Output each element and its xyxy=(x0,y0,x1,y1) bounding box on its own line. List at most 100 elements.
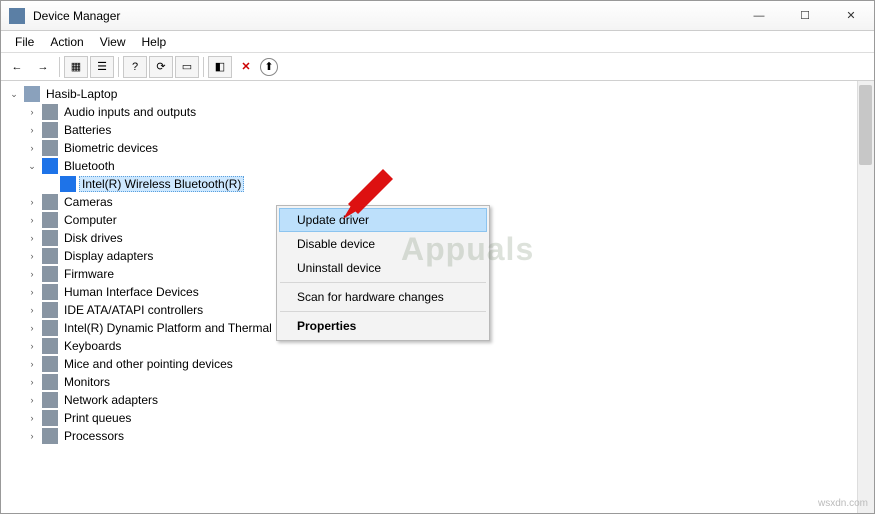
annotation-arrow-icon xyxy=(343,159,423,219)
tb-update-driver-icon[interactable]: ⬆ xyxy=(260,58,278,76)
tree-twisty-icon[interactable]: › xyxy=(25,125,39,135)
tree-label: Processors xyxy=(61,428,127,444)
tree-twisty-icon[interactable]: › xyxy=(25,305,39,315)
toolbar-separator xyxy=(203,57,204,77)
device-icon xyxy=(42,266,58,282)
device-icon xyxy=(42,338,58,354)
device-icon xyxy=(60,176,76,192)
tree-label: Computer xyxy=(61,212,120,228)
tree-label: Intel(R) Wireless Bluetooth(R) xyxy=(79,176,244,192)
tree-twisty-icon[interactable]: › xyxy=(25,233,39,243)
tb-back-icon[interactable]: ← xyxy=(5,56,29,78)
tb-viewmode-icon[interactable]: ▭ xyxy=(175,56,199,78)
menu-view[interactable]: View xyxy=(92,33,134,51)
ctx-uninstall-device[interactable]: Uninstall device xyxy=(279,256,487,280)
tree-label: Keyboards xyxy=(61,338,124,354)
tree-node[interactable]: › Monitors xyxy=(3,373,872,391)
tb-refresh-icon[interactable]: ⟳ xyxy=(149,56,173,78)
device-icon xyxy=(42,284,58,300)
tree-label: Display adapters xyxy=(61,248,156,264)
device-icon xyxy=(42,392,58,408)
device-icon xyxy=(42,104,58,120)
tree-label: IDE ATA/ATAPI controllers xyxy=(61,302,206,318)
context-menu: Update driver Disable device Uninstall d… xyxy=(276,205,490,341)
tree-twisty-icon[interactable]: › xyxy=(25,107,39,117)
minimize-button[interactable]: — xyxy=(736,1,782,31)
tree-twisty-icon[interactable]: › xyxy=(25,395,39,405)
tree-node[interactable]: › Audio inputs and outputs xyxy=(3,103,872,121)
tree-label: Batteries xyxy=(61,122,114,138)
tree-node[interactable]: › Biometric devices xyxy=(3,139,872,157)
tree-twisty-icon[interactable]: › xyxy=(25,251,39,261)
tree-twisty-icon[interactable]: › xyxy=(25,323,39,333)
tree-label: Disk drives xyxy=(61,230,126,246)
device-icon xyxy=(42,212,58,228)
scrollbar-thumb[interactable] xyxy=(859,85,872,165)
tree-twisty-icon[interactable]: › xyxy=(25,215,39,225)
tb-scan-icon[interactable]: ◧ xyxy=(208,56,232,78)
tree-twisty-icon[interactable]: › xyxy=(25,143,39,153)
titlebar: Device Manager — ☐ ✕ xyxy=(1,1,874,31)
tree-twisty-icon[interactable]: › xyxy=(25,197,39,207)
menu-file[interactable]: File xyxy=(7,33,42,51)
menubar: File Action View Help xyxy=(1,31,874,53)
tree-node[interactable]: › Processors xyxy=(3,427,872,445)
tree-node[interactable]: ⌄ Hasib-Laptop xyxy=(3,85,872,103)
app-icon xyxy=(9,8,25,24)
tree-twisty-icon[interactable]: › xyxy=(25,269,39,279)
tree-node[interactable]: › Network adapters xyxy=(3,391,872,409)
device-icon xyxy=(42,248,58,264)
tb-showall-icon[interactable]: ▦ xyxy=(64,56,88,78)
device-icon xyxy=(42,410,58,426)
toolbar-separator xyxy=(59,57,60,77)
tree-node[interactable]: ⌄ Bluetooth xyxy=(3,157,872,175)
close-button[interactable]: ✕ xyxy=(828,1,874,31)
tb-help-icon[interactable]: ? xyxy=(123,56,147,78)
tree-node[interactable]: › Batteries xyxy=(3,121,872,139)
tree-twisty-icon[interactable]: › xyxy=(25,359,39,369)
tree-label: Network adapters xyxy=(61,392,161,408)
tree-twisty-icon[interactable]: › xyxy=(25,341,39,351)
ctx-scan-hardware[interactable]: Scan for hardware changes xyxy=(279,285,487,309)
device-icon xyxy=(42,302,58,318)
tree-twisty-icon[interactable]: › xyxy=(25,413,39,423)
tree-label: Audio inputs and outputs xyxy=(61,104,199,120)
tree-label: Mice and other pointing devices xyxy=(61,356,236,372)
scrollbar-track[interactable] xyxy=(857,81,874,513)
menu-action[interactable]: Action xyxy=(42,33,91,51)
device-icon xyxy=(42,140,58,156)
ctx-divider xyxy=(280,311,486,312)
tree-twisty-icon[interactable]: ⌄ xyxy=(25,161,39,172)
tree-node[interactable]: › Mice and other pointing devices xyxy=(3,355,872,373)
maximize-button[interactable]: ☐ xyxy=(782,1,828,31)
tree-node[interactable]: › Print queues xyxy=(3,409,872,427)
device-icon xyxy=(42,158,58,174)
tree-label: Bluetooth xyxy=(61,158,118,174)
device-icon xyxy=(42,230,58,246)
tree-label: Monitors xyxy=(61,374,113,390)
tree-label: Biometric devices xyxy=(61,140,161,156)
toolbar-separator xyxy=(118,57,119,77)
tree-label: Cameras xyxy=(61,194,116,210)
device-icon xyxy=(42,374,58,390)
tree-twisty-icon[interactable]: › xyxy=(25,431,39,441)
device-icon xyxy=(42,320,58,336)
tb-forward-icon[interactable]: → xyxy=(31,56,55,78)
tree-node[interactable]: Intel(R) Wireless Bluetooth(R) xyxy=(3,175,872,193)
tree-label: Print queues xyxy=(61,410,134,426)
tree-label: Hasib-Laptop xyxy=(43,86,120,102)
tb-remove-icon[interactable]: ✕ xyxy=(234,56,258,78)
ctx-divider xyxy=(280,282,486,283)
tree-twisty-icon[interactable]: › xyxy=(25,377,39,387)
ctx-properties[interactable]: Properties xyxy=(279,314,487,338)
tree-twisty-icon[interactable]: › xyxy=(25,287,39,297)
tree-label: Firmware xyxy=(61,266,117,282)
device-icon xyxy=(42,122,58,138)
toolbar: ← → ▦ ☰ ? ⟳ ▭ ◧ ✕ ⬆ xyxy=(1,53,874,81)
menu-help[interactable]: Help xyxy=(134,33,175,51)
tb-properties-icon[interactable]: ☰ xyxy=(90,56,114,78)
ctx-disable-device[interactable]: Disable device xyxy=(279,232,487,256)
device-icon xyxy=(42,428,58,444)
window-title: Device Manager xyxy=(33,9,120,23)
tree-twisty-icon[interactable]: ⌄ xyxy=(7,89,21,100)
